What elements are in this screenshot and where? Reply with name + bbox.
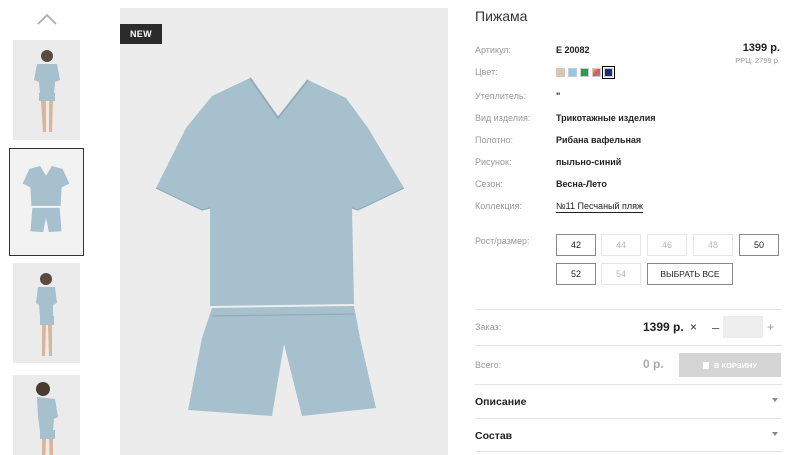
size-button-52[interactable]: 52 (556, 263, 596, 285)
select-all-sizes-button[interactable]: ВЫБРАТЬ ВСЕ (647, 263, 733, 285)
size-button-42[interactable]: 42 (556, 234, 596, 256)
attribute-label: Рисунок: (475, 157, 512, 167)
color-swatches (556, 66, 615, 79)
accordion-composition[interactable]: Состав (475, 421, 782, 451)
order-label: Заказ: (475, 322, 502, 332)
attribute-label: Полотно: (475, 135, 514, 145)
main-product-image[interactable] (120, 8, 448, 455)
attribute-value: Рибана вафельная (556, 135, 642, 145)
accordion-title: Состав (475, 430, 513, 442)
remove-order-icon[interactable]: × (690, 320, 697, 334)
add-to-cart-label: В КОРЗИНУ (714, 360, 757, 370)
attribute-label: Сезон: (475, 179, 503, 189)
divider (475, 418, 782, 419)
size-button-50[interactable]: 50 (739, 234, 779, 256)
accordion-title: Описание (475, 396, 527, 408)
total-label: Всего: (475, 360, 502, 370)
attribute-label: Цвет: (475, 67, 498, 77)
caret-down-icon (772, 432, 778, 436)
attribute-value: Весна-Лето (556, 179, 607, 189)
quantity-decrease-button[interactable]: – (712, 320, 719, 335)
divider (475, 309, 782, 310)
total-price: 0 р. (643, 357, 664, 371)
attribute-label: Коллекция: (475, 201, 523, 211)
color-swatch[interactable] (556, 68, 565, 77)
color-swatch[interactable] (568, 68, 577, 77)
size-button-48[interactable]: 48 (693, 234, 733, 256)
attribute-label: Утеплитель: (475, 91, 527, 101)
attribute-label: Артикул: (475, 45, 512, 55)
thumbnail-flat-lay[interactable] (9, 148, 84, 256)
divider (475, 451, 782, 452)
add-to-cart-button[interactable]: В КОРЗИНУ (679, 353, 781, 377)
thumbnail-column (0, 0, 95, 455)
attribute-label: Вид изделия: (475, 113, 531, 123)
quantity-input[interactable] (723, 316, 763, 338)
quantity-increase-button[interactable]: + (767, 320, 774, 334)
size-button-46[interactable]: 46 (647, 234, 687, 256)
attribute-value: Е 20082 (556, 45, 590, 55)
thumbnail-model-side[interactable] (13, 263, 80, 363)
divider (475, 384, 782, 385)
page-title: Пижама (475, 8, 528, 24)
thumbnail-model-back[interactable] (13, 375, 80, 455)
new-badge: NEW (120, 24, 162, 44)
size-button-44[interactable]: 44 (601, 234, 641, 256)
product-info-panel: Пижама 1399 р. РРЦ: 2799 р. Артикул: Е 2… (475, 0, 785, 455)
collection-link[interactable]: №11 Песчаный пляж (556, 201, 644, 213)
product-price: 1399 р. (742, 42, 780, 54)
color-swatch[interactable] (580, 68, 589, 77)
attribute-value: " (556, 91, 561, 101)
cart-bag-icon (703, 361, 709, 369)
recommended-retail-price: РРЦ: 2799 р. (735, 56, 780, 65)
chevron-up-icon[interactable] (36, 12, 58, 26)
attribute-value: Трикотажные изделия (556, 113, 656, 123)
color-swatch[interactable] (592, 68, 601, 77)
accordion-description[interactable]: Описание (475, 387, 782, 417)
color-swatch-selected[interactable] (602, 66, 615, 79)
thumbnail-model-front[interactable] (13, 40, 80, 140)
size-label: Рост/размер: (475, 236, 530, 246)
order-price: 1399 р. (643, 320, 684, 334)
attribute-value: пыльно-синий (556, 157, 622, 167)
divider (475, 345, 782, 346)
size-button-54[interactable]: 54 (601, 263, 641, 285)
caret-down-icon (772, 398, 778, 402)
